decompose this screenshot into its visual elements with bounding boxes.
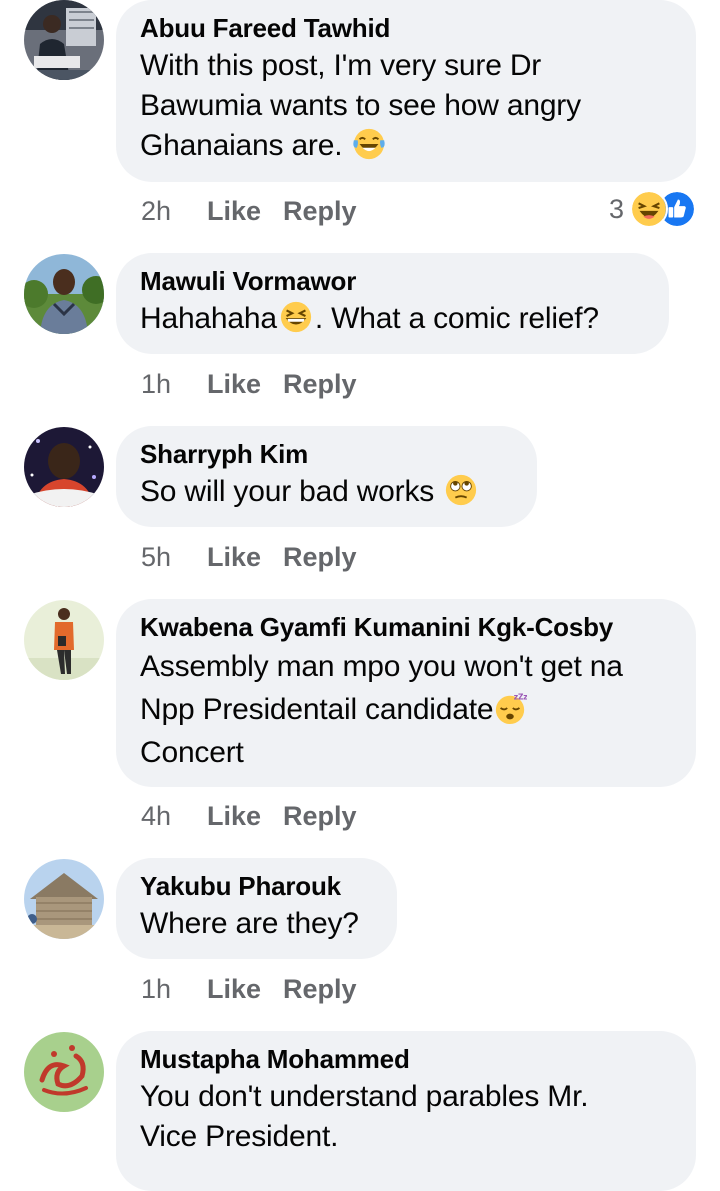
comment-actions: 4h Like Reply [141, 799, 357, 833]
comment-bubble: Mustapha Mohammed You don't understand p… [116, 1031, 696, 1191]
comment-time[interactable]: 1h [141, 972, 189, 1006]
comment-bubble: Kwabena Gyamfi Kumanini Kgk-Cosby Assemb… [116, 599, 696, 787]
like-button[interactable]: Like [207, 972, 261, 1006]
avatar[interactable] [24, 427, 104, 507]
comment-actions: 5h Like Reply [141, 540, 357, 574]
comment-actions: 1h Like Reply [141, 972, 357, 1006]
like-button[interactable]: Like [207, 799, 261, 833]
comment-text: Where are they? [140, 907, 359, 940]
avatar[interactable] [24, 254, 104, 334]
laughing-tears-emoji [353, 128, 386, 160]
profile-photo-icon [24, 0, 104, 80]
like-button[interactable]: Like [207, 540, 261, 574]
comment-text: Assembly man mpo you won't get na Npp Pr… [140, 650, 623, 769]
comment-time[interactable]: 1h [141, 367, 189, 401]
like-button[interactable]: Like [207, 194, 261, 228]
avatar[interactable] [24, 0, 104, 80]
comment-author[interactable]: Sharryph Kim [140, 438, 513, 470]
like-button[interactable]: Like [207, 367, 261, 401]
avatar[interactable] [24, 600, 104, 680]
comment-bubble: Abuu Fareed Tawhid With this post, I'm v… [116, 0, 696, 182]
comment-actions: 2h Like Reply [141, 194, 357, 228]
profile-photo-icon [24, 427, 104, 507]
reply-button[interactable]: Reply [283, 194, 357, 228]
comment-author[interactable]: Mawuli Vormawor [140, 265, 645, 297]
profile-photo-icon [24, 254, 104, 334]
comment-time[interactable]: 4h [141, 799, 189, 833]
comment-time[interactable]: 5h [141, 540, 189, 574]
sleeping-emoji: zZz [496, 693, 527, 725]
grinning-squinting-emoji [280, 301, 311, 333]
reply-button[interactable]: Reply [283, 367, 357, 401]
comment-bubble: Yakubu Pharouk Where are they? [116, 858, 397, 959]
avatar[interactable] [24, 859, 104, 939]
comment-bubble: Mawuli Vormawor Hahahaha . What a comic … [116, 253, 669, 354]
reply-button[interactable]: Reply [283, 799, 357, 833]
comment-text: Hahahaha . What a comic relief? [140, 301, 599, 335]
comment-author[interactable]: Kwabena Gyamfi Kumanini Kgk-Cosby [140, 611, 672, 643]
reaction-summary[interactable]: 3 [608, 190, 696, 228]
comment-actions: 1h Like Reply [141, 367, 357, 401]
profile-photo-icon [24, 1032, 104, 1112]
comment-author[interactable]: Mustapha Mohammed [140, 1043, 672, 1075]
avatar[interactable] [24, 1032, 104, 1112]
comment-text: So will your bad works [140, 472, 513, 512]
haha-reaction-icon [630, 190, 668, 228]
reaction-count: 3 [608, 193, 624, 224]
reply-button[interactable]: Reply [283, 972, 357, 1006]
comment-bubble: Sharryph Kim So will your bad works [116, 426, 537, 527]
profile-photo-icon [24, 600, 104, 680]
eye-roll-emoji [446, 474, 477, 506]
comment-text: With this post, I'm very sure Dr Bawumia… [140, 49, 581, 162]
comment-text: You don't understand parables Mr. Vice P… [140, 1080, 589, 1153]
comment-time[interactable]: 2h [141, 194, 189, 228]
comment-author[interactable]: Abuu Fareed Tawhid [140, 12, 672, 44]
profile-photo-icon [24, 859, 104, 939]
comment-author[interactable]: Yakubu Pharouk [140, 870, 373, 902]
svg-text:zZz: zZz [514, 693, 527, 702]
reply-button[interactable]: Reply [283, 540, 357, 574]
